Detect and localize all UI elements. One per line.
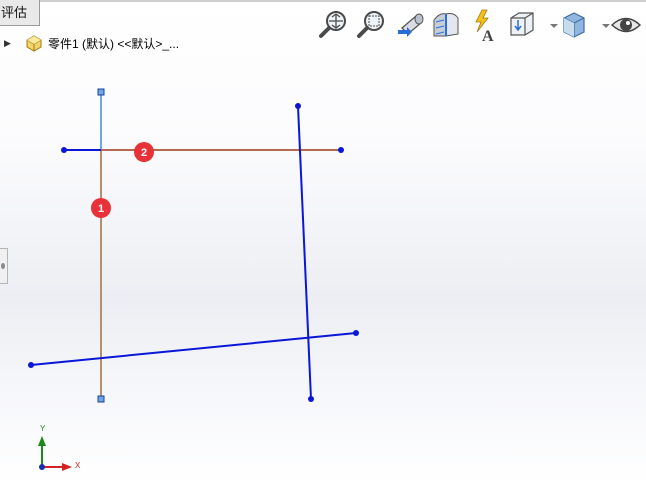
x-axis-label: X [75, 461, 81, 470]
line-2-left-endpoint[interactable] [61, 147, 67, 153]
line-2-right-endpoint[interactable] [338, 147, 344, 153]
badge-2: 2 [134, 142, 154, 162]
line-3-bottom-endpoint[interactable] [308, 396, 314, 402]
line-4-right-endpoint[interactable] [353, 330, 359, 336]
line-1-top-endpoint[interactable] [97, 88, 105, 96]
badge-2-label: 2 [141, 147, 147, 159]
badge-1-label: 1 [98, 203, 104, 215]
sketch-canvas[interactable]: 1 2 Y X [0, 0, 646, 485]
sketch-line-4[interactable] [30, 332, 357, 366]
line-4-left-endpoint[interactable] [28, 362, 34, 368]
line-3-top-endpoint[interactable] [295, 103, 301, 109]
coordinate-triad: Y X [38, 424, 81, 471]
line-1-bottom-endpoint[interactable] [97, 395, 105, 403]
badge-1: 1 [91, 198, 111, 218]
y-axis-label: Y [40, 424, 46, 433]
